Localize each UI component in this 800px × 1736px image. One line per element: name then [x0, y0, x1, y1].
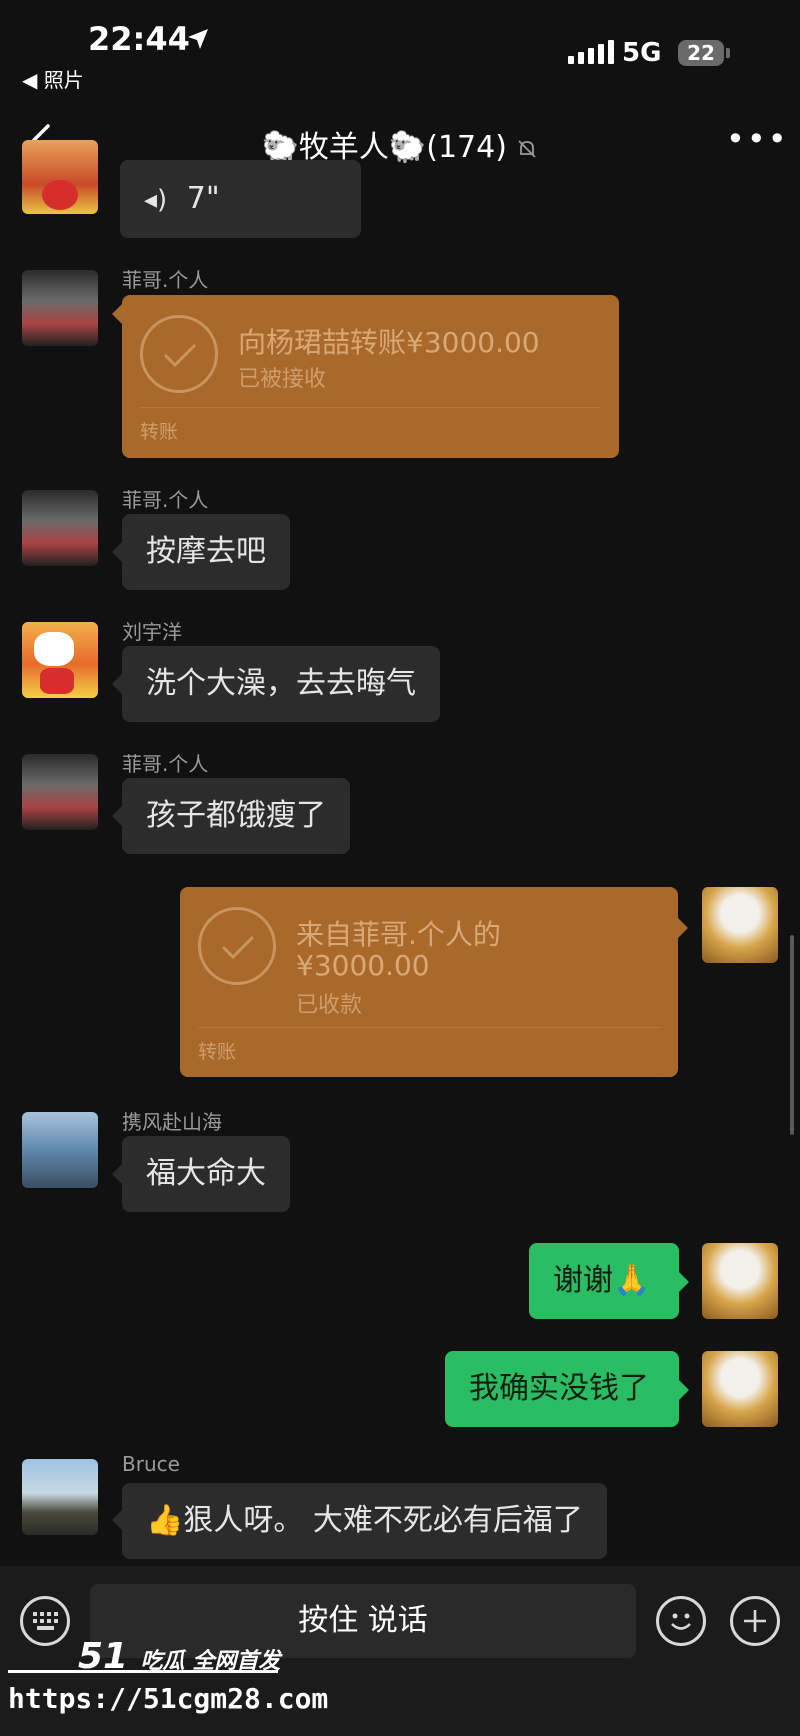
message-bubble[interactable]: 👍狠人呀。 大难不死必有后福了 — [122, 1483, 607, 1559]
sender-name: 菲哥.个人 — [122, 752, 209, 776]
bubble-tail — [112, 806, 122, 826]
status-time: 22:44 — [88, 20, 190, 58]
avatar[interactable] — [22, 1459, 98, 1535]
self-avatar[interactable] — [702, 887, 778, 963]
avatar[interactable] — [22, 270, 98, 346]
self-avatar[interactable] — [702, 1351, 778, 1427]
back-to-photos-link[interactable]: ◀ 照片 — [22, 64, 84, 93]
location-arrow-icon — [188, 29, 208, 49]
voice-wave-icon: ◂) — [144, 185, 168, 215]
plus-icon[interactable] — [730, 1596, 780, 1646]
transfer-status: 已被接收 — [238, 367, 327, 392]
more-icon[interactable]: ••• — [726, 120, 789, 158]
avatar[interactable] — [22, 140, 98, 214]
bubble-tail — [112, 674, 122, 694]
self-avatar[interactable] — [702, 1243, 778, 1319]
mute-bell-icon — [518, 139, 537, 158]
bubble-tail — [679, 1380, 689, 1400]
transfer-amount: ¥3000.00 — [296, 949, 430, 982]
bubble-tail — [112, 542, 122, 562]
bubble-tail — [679, 1272, 689, 1292]
message-bubble[interactable]: 按摩去吧 — [122, 514, 290, 590]
transfer-card[interactable]: 来自菲哥.个人的 ¥3000.00 已收款 转账 — [180, 887, 678, 1077]
transfer-status: 已收款 — [296, 993, 363, 1018]
chat-title: 🐑牧羊人🐑(174) — [0, 122, 800, 166]
avatar[interactable] — [22, 754, 98, 830]
bubble-tail — [112, 304, 122, 324]
network-type: 5G — [622, 38, 662, 68]
bubble-tail — [112, 1164, 122, 1184]
watermark-underline — [8, 1670, 278, 1673]
transfer-title: 向杨珺喆转账¥3000.00 — [238, 326, 540, 359]
sender-name: Bruce — [122, 1452, 180, 1476]
divider — [140, 407, 601, 408]
message-bubble[interactable]: 福大命大 — [122, 1136, 290, 1212]
message-bubble[interactable]: 洗个大澡，去去晦气 — [122, 646, 440, 722]
bubble-tail — [112, 1510, 122, 1530]
sender-name: 携风赴山海 — [122, 1110, 222, 1134]
check-icon — [140, 315, 218, 393]
signal-icon — [568, 40, 614, 64]
voice-message-bubble[interactable]: ◂) 7" — [120, 160, 361, 238]
sender-name: 刘宇洋 — [122, 620, 182, 644]
scrollbar[interactable] — [790, 935, 794, 1135]
bubble-tail — [678, 918, 688, 938]
sender-name: 菲哥.个人 — [122, 268, 209, 292]
transfer-label: 转账 — [140, 421, 179, 443]
battery-indicator: 22 — [678, 40, 724, 66]
keyboard-icon[interactable] — [20, 1596, 70, 1646]
check-icon — [198, 907, 276, 985]
sender-name: 菲哥.个人 — [122, 488, 209, 512]
transfer-title: 来自菲哥.个人的 — [296, 918, 501, 951]
voice-duration: 7" — [186, 181, 220, 216]
message-bubble[interactable]: 孩子都饿瘦了 — [122, 778, 350, 854]
battery-tip — [726, 48, 730, 58]
emoji-icon[interactable] — [656, 1596, 706, 1646]
avatar[interactable] — [22, 1112, 98, 1188]
watermark-url: https://51cgm28.com — [8, 1682, 329, 1715]
divider — [198, 1027, 660, 1028]
message-bubble-self[interactable]: 谢谢🙏 — [529, 1243, 679, 1319]
transfer-card[interactable]: 向杨珺喆转账¥3000.00 已被接收 转账 — [122, 295, 619, 458]
avatar[interactable] — [22, 622, 98, 698]
avatar[interactable] — [22, 490, 98, 566]
transfer-label: 转账 — [198, 1041, 237, 1063]
message-bubble-self[interactable]: 我确实没钱了 — [445, 1351, 679, 1427]
